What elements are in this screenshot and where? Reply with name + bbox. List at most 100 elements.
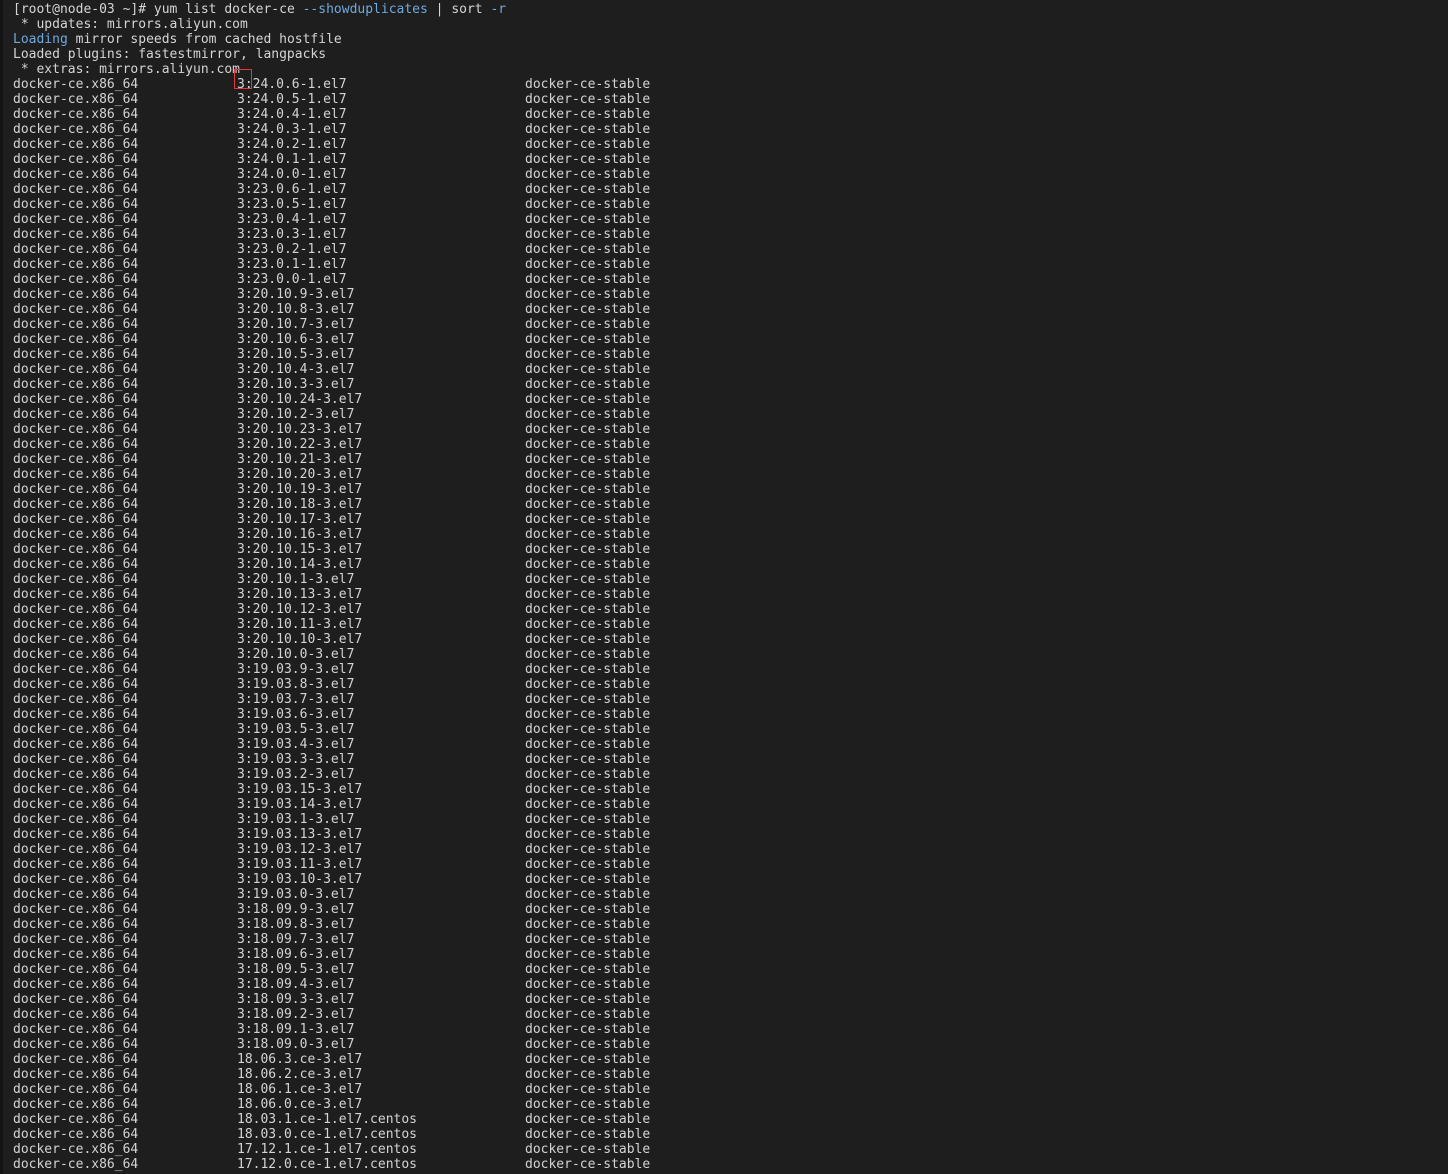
- package-version-text: 3:20.10.6-3.el7: [237, 332, 355, 347]
- package-version-text: 18.03.0.ce-1.el7.centos: [237, 1127, 418, 1142]
- package-row: docker-ce.x86_64 3:23.0.3-1.el7 docker-ce-…: [13, 227, 1448, 242]
- package-row: docker-ce.x86_64 3:20.10.24-3.el7 docker-c…: [13, 392, 1448, 407]
- package-version-text: 3:20.10.0-3.el7: [237, 647, 355, 662]
- package-version: 3:23.0.0-1.el7: [237, 272, 525, 287]
- package-version: 3:20.10.23-3.el7: [237, 422, 525, 437]
- package-version-text: 3:19.03.9-3.el7: [237, 662, 355, 677]
- package-repo: docker-ce-stable: [525, 842, 651, 857]
- package-version: 17.12.0.ce-1.el7.centos: [237, 1157, 525, 1172]
- package-name: docker-ce.x86_64: [13, 992, 139, 1007]
- package-version-text: 18.06.2.ce-3.el7: [237, 1067, 363, 1082]
- package-version: 3:20.10.15-3.el7: [237, 542, 525, 557]
- package-version-text: 3:20.10.1-3.el7: [237, 572, 355, 587]
- package-version: 3:18.09.7-3.el7: [237, 932, 525, 947]
- package-version-text: 3:20.10.17-3.el7: [237, 512, 363, 527]
- package-version-text: 3:20.10.9-3.el7: [237, 287, 355, 302]
- package-row: docker-ce.x86_64 3:20.10.14-3.el7 docker-c…: [13, 557, 1448, 572]
- package-name: docker-ce.x86_64: [13, 212, 139, 227]
- package-name: docker-ce.x86_64: [13, 332, 139, 347]
- package-row: docker-ce.x86_64 3:23.0.6-1.el7 docker-ce-…: [13, 182, 1448, 197]
- package-version-text: 3:24.0.1-1.el7: [237, 152, 347, 167]
- package-version-text: 3:18.09.6-3.el7: [237, 947, 355, 962]
- package-repo: docker-ce-stable: [525, 137, 651, 152]
- package-name: docker-ce.x86_64: [13, 182, 139, 197]
- package-repo: docker-ce-stable: [525, 857, 651, 872]
- output-text: mirror speeds from cached hostfile: [67, 32, 342, 47]
- package-version: 3:20.10.3-3.el7: [237, 377, 525, 392]
- package-version: 3:19.03.8-3.el7: [237, 677, 525, 692]
- package-version-text: 3:19.03.7-3.el7: [237, 692, 355, 707]
- package-repo: docker-ce-stable: [525, 1037, 651, 1052]
- package-row: docker-ce.x86_64 3:20.10.18-3.el7 docker-c…: [13, 497, 1448, 512]
- package-repo: docker-ce-stable: [525, 1112, 651, 1127]
- package-row: docker-ce.x86_64 3:18.09.8-3.el7 docker-ce…: [13, 917, 1448, 932]
- package-version-text: 3:19.03.6-3.el7: [237, 707, 355, 722]
- package-version: 3:24.0.6-1.el7: [234, 69, 525, 92]
- package-version-text: 3:24.0.3-1.el7: [237, 122, 347, 137]
- package-version-text: 18.06.1.ce-3.el7: [237, 1082, 363, 1097]
- package-repo: docker-ce-stable: [525, 737, 651, 752]
- package-version: 18.03.1.ce-1.el7.centos: [237, 1112, 525, 1127]
- package-row: docker-ce.x86_64 3:19.03.8-3.el7 docker-ce…: [13, 677, 1448, 692]
- package-version-text: 3:18.09.1-3.el7: [237, 1022, 355, 1037]
- package-version-text: 3:20.10.15-3.el7: [237, 542, 363, 557]
- package-version: 3:20.10.17-3.el7: [237, 512, 525, 527]
- package-name: docker-ce.x86_64: [13, 1112, 139, 1127]
- package-version: 3:20.10.11-3.el7: [237, 617, 525, 632]
- terminal-window[interactable]: [root@node-03 ~]# yum list docker-ce --s…: [0, 0, 1448, 1174]
- package-name: docker-ce.x86_64: [13, 227, 139, 242]
- package-repo: docker-ce-stable: [525, 377, 651, 392]
- package-version-text: 3:20.10.23-3.el7: [237, 422, 363, 437]
- package-name: docker-ce.x86_64: [13, 1022, 139, 1037]
- package-version: 18.06.0.ce-3.el7: [237, 1097, 525, 1112]
- package-version-text: 3:23.0.3-1.el7: [237, 227, 347, 242]
- package-row: docker-ce.x86_64 3:19.03.1-3.el7 docker-ce…: [13, 812, 1448, 827]
- package-row: docker-ce.x86_64 3:20.10.2-3.el7 docker-ce…: [13, 407, 1448, 422]
- package-repo: docker-ce-stable: [525, 677, 651, 692]
- package-name: docker-ce.x86_64: [13, 422, 139, 437]
- package-row: docker-ce.x86_64 3:18.09.4-3.el7 docker-ce…: [13, 977, 1448, 992]
- package-repo: docker-ce-stable: [525, 392, 651, 407]
- command-text: yum list docker-ce: [153, 2, 303, 17]
- package-version-text: 3:20.10.18-3.el7: [237, 497, 363, 512]
- package-repo: docker-ce-stable: [525, 647, 651, 662]
- package-repo: docker-ce-stable: [525, 1052, 651, 1067]
- package-version: 3:20.10.1-3.el7: [237, 572, 525, 587]
- package-repo: docker-ce-stable: [525, 602, 651, 617]
- package-version-text: 3:19.03.13-3.el7: [237, 827, 363, 842]
- package-name: docker-ce.x86_64: [13, 497, 139, 512]
- package-row: docker-ce.x86_64 17.12.0.ce-1.el7.centos d…: [13, 1157, 1448, 1172]
- package-row: docker-ce.x86_64 3:20.10.0-3.el7 docker-ce…: [13, 647, 1448, 662]
- package-name: docker-ce.x86_64: [13, 1082, 139, 1097]
- package-version: 3:24.0.1-1.el7: [237, 152, 525, 167]
- package-version-text: 3:19.03.10-3.el7: [237, 872, 363, 887]
- package-version: 3:24.0.2-1.el7: [237, 137, 525, 152]
- package-row: docker-ce.x86_64 3:20.10.3-3.el7 docker-ce…: [13, 377, 1448, 392]
- package-row: docker-ce.x86_64 3:20.10.6-3.el7 docker-ce…: [13, 332, 1448, 347]
- package-row: docker-ce.x86_64 3:18.09.7-3.el7 docker-ce…: [13, 932, 1448, 947]
- package-row: docker-ce.x86_64 3:20.10.22-3.el7 docker-c…: [13, 437, 1448, 452]
- package-version: 3:20.10.10-3.el7: [237, 632, 525, 647]
- package-repo: docker-ce-stable: [525, 512, 651, 527]
- package-version: 3:23.0.1-1.el7: [237, 257, 525, 272]
- package-name: docker-ce.x86_64: [13, 407, 139, 422]
- command-pipe: | sort: [427, 2, 491, 17]
- package-name: docker-ce.x86_64: [13, 782, 139, 797]
- package-row: docker-ce.x86_64 18.06.1.ce-3.el7 docker-c…: [13, 1082, 1448, 1097]
- package-row: docker-ce.x86_64 3:18.09.5-3.el7 docker-ce…: [13, 962, 1448, 977]
- package-version: 3:19.03.7-3.el7: [237, 692, 525, 707]
- package-version-text: 3:23.0.2-1.el7: [237, 242, 347, 257]
- package-version-text: 3:20.10.22-3.el7: [237, 437, 363, 452]
- package-version-text: 3:19.03.5-3.el7: [237, 722, 355, 737]
- package-row: docker-ce.x86_64 18.06.0.ce-3.el7 docker-c…: [13, 1097, 1448, 1112]
- package-row: docker-ce.x86_64 3:18.09.6-3.el7 docker-ce…: [13, 947, 1448, 962]
- package-version: 3:20.10.21-3.el7: [237, 452, 525, 467]
- shell-prompt: [root@node-03 ~]#: [13, 2, 154, 17]
- package-row: docker-ce.x86_64 3:20.10.19-3.el7 docker-c…: [13, 482, 1448, 497]
- package-repo: docker-ce-stable: [525, 422, 651, 437]
- package-repo: docker-ce-stable: [525, 77, 651, 92]
- package-version-text: 3:20.10.3-3.el7: [237, 377, 355, 392]
- package-repo: docker-ce-stable: [525, 902, 651, 917]
- package-repo: docker-ce-stable: [525, 167, 651, 182]
- package-row: docker-ce.x86_64 3:19.03.6-3.el7 docker-ce…: [13, 707, 1448, 722]
